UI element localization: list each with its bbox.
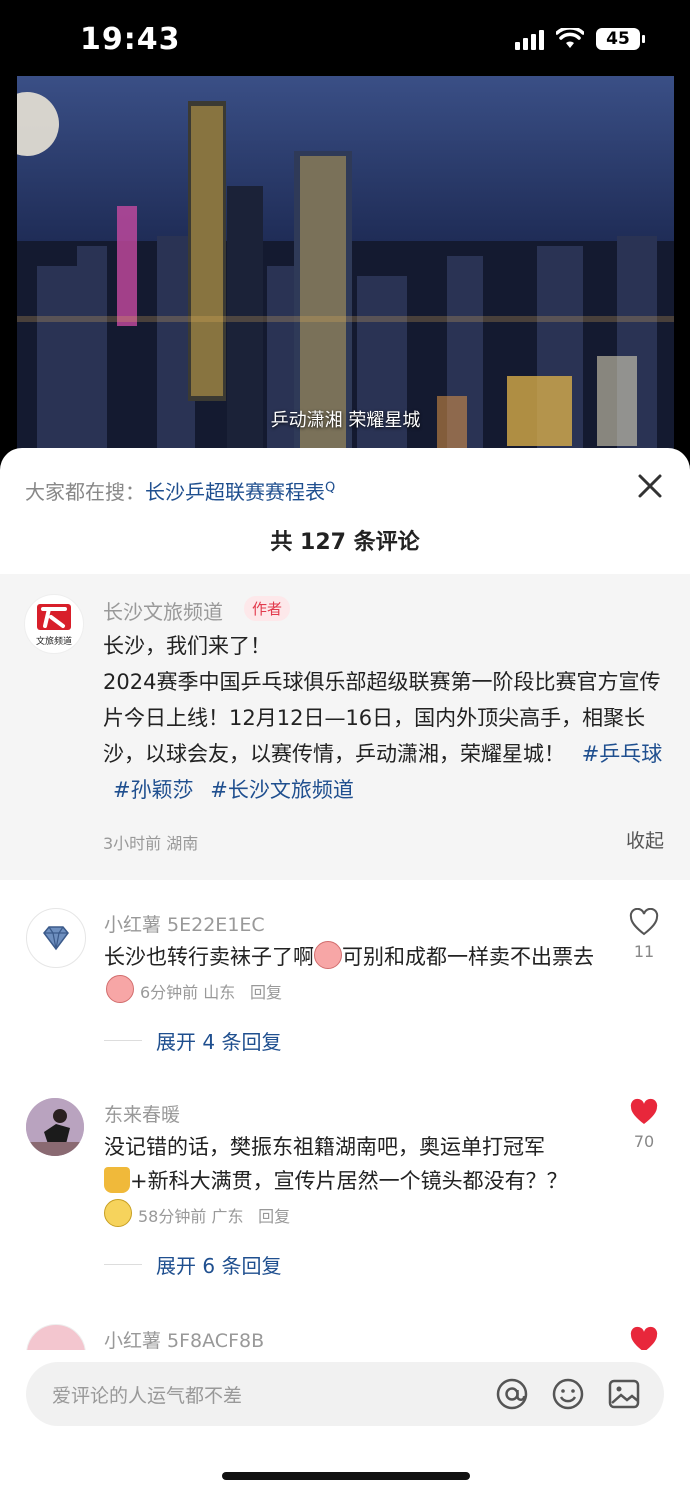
comment-item: 东来春暖 没记错的话，樊振东祖籍湖南吧，奥运单打冠军 +新科大满贯，宣传片居然一… (0, 1094, 690, 1284)
reply-button[interactable]: 回复 (250, 983, 282, 1002)
home-indicator[interactable] (222, 1472, 470, 1480)
like-button[interactable] (624, 1326, 664, 1350)
wifi-icon (556, 28, 584, 48)
video-caption: 乒动潇湘 荣耀星城 (270, 410, 421, 431)
hashtag-link[interactable]: #孙颖莎 (113, 778, 194, 802)
comment-item: 小红薯 5E22E1EC 长沙也转行卖袜子了啊 可别和成都一样卖不出票去 6分钟前 … (0, 904, 690, 1074)
search-keyword-link[interactable]: 长沙乒超联赛赛程表 (145, 480, 325, 504)
commenter-avatar[interactable] (26, 1324, 86, 1350)
author-post-meta: 3小时前 湖南 (103, 834, 199, 853)
divider-line (104, 1040, 142, 1041)
pig-emoji-icon (314, 941, 342, 969)
divider-line (104, 1264, 142, 1265)
commenter-avatar[interactable] (26, 1098, 84, 1156)
emoji-icon[interactable] (550, 1376, 586, 1412)
expand-replies-button[interactable]: 展开 6 条回复 (104, 1250, 281, 1279)
battery-icon: 45 (596, 28, 645, 50)
comment-input[interactable]: 爱评论的人运气都不差 (26, 1362, 664, 1426)
expand-replies-button[interactable]: 展开 4 条回复 (104, 1026, 281, 1055)
heart-filled-icon (630, 1326, 658, 1350)
author-post-text: 长沙，我们来了！ 2024赛季中国乒乓球俱乐部超级联赛第一阶段比赛官方宣传片今日… (103, 628, 663, 808)
mention-icon[interactable] (494, 1376, 530, 1412)
hashtag-link[interactable]: #长沙文旅频道 (210, 778, 354, 802)
expand-replies-label: 展开 4 条回复 (156, 1030, 282, 1054)
heart-outline-icon (629, 907, 659, 936)
trophy-emoji-icon (104, 1167, 130, 1193)
author-post-body: 长沙，我们来了！ 2024赛季中国乒乓球俱乐部超级联赛第一阶段比赛官方宣传片今日… (103, 634, 661, 766)
status-icons: 45 (515, 28, 645, 50)
comment-sheet: 大家都在搜：长沙乒超联赛赛程表Q 共 127 条评论 文旅频道 长沙文旅频道 作… (0, 448, 690, 1493)
author-badge: 作者 (244, 596, 291, 621)
diamond-icon (43, 926, 69, 951)
comment-text-part: +新科大满贯，宣传片居然一个镜头都没有？？ (130, 1169, 568, 1193)
input-actions (494, 1376, 642, 1412)
author-avatar-label: 文旅频道 (35, 637, 72, 647)
like-count: 70 (633, 1132, 655, 1151)
comment-item: 小红薯 5F8ACF8B (0, 1320, 690, 1350)
signal-icon (515, 28, 544, 50)
comment-input-placeholder: 爱评论的人运气都不差 (52, 1385, 243, 1407)
player-photo-icon (26, 1098, 84, 1156)
image-icon[interactable] (606, 1376, 642, 1412)
status-time: 19:43 (80, 22, 181, 57)
like-button[interactable]: 11 (624, 907, 664, 961)
search-q-icon: Q (325, 480, 336, 496)
commenter-avatar[interactable] (26, 908, 86, 968)
like-count: 11 (633, 942, 655, 961)
comment-text: 长沙也转行卖袜子了啊 可别和成都一样卖不出票去 6分钟前 山东 回复 (104, 940, 614, 1010)
smile-emoji-icon (104, 1199, 132, 1227)
comment-text-part: 可别和成都一样卖不出票去 (342, 945, 594, 969)
comment-text-part: 长沙也转行卖袜子了啊 (104, 945, 314, 969)
search-prefix: 大家都在搜： (25, 480, 145, 504)
comment-meta: 58分钟前 广东 (138, 1207, 244, 1226)
comment-text: 没记错的话，樊振东祖籍湖南吧，奥运单打冠军 +新科大满贯，宣传片居然一个镜头都没… (104, 1130, 614, 1234)
commenter-name[interactable]: 小红薯 5E22E1EC (104, 910, 265, 937)
city-skyline-image (17, 76, 674, 456)
author-name[interactable]: 长沙文旅频道 (103, 596, 223, 625)
comment-count-title: 共 127 条评论 (270, 530, 420, 555)
commenter-name[interactable]: 小红薯 5F8ACF8B (104, 1326, 264, 1350)
hashtag-link[interactable]: #乒乓球 (582, 742, 663, 766)
comment-meta: 6分钟前 山东 (140, 983, 236, 1002)
search-suggestion[interactable]: 大家都在搜：长沙乒超联赛赛程表Q (25, 476, 335, 505)
collapse-button[interactable]: 收起 (626, 826, 664, 853)
close-icon[interactable] (632, 468, 668, 504)
heart-filled-icon (630, 1098, 658, 1124)
reply-button[interactable]: 回复 (258, 1207, 290, 1226)
commenter-name[interactable]: 东来春暖 (104, 1100, 180, 1127)
author-avatar[interactable]: 文旅频道 (24, 594, 84, 654)
video-player[interactable]: 乒动潇湘 荣耀星城 (17, 76, 674, 456)
status-bar: 19:43 45 (0, 0, 690, 76)
comment-text-part: 没记错的话，樊振东祖籍湖南吧，奥运单打冠军 (104, 1135, 545, 1159)
like-button[interactable]: 70 (624, 1098, 664, 1151)
pig-emoji-icon (106, 975, 134, 1003)
author-post: 文旅频道 长沙文旅频道 作者 长沙，我们来了！ 2024赛季中国乒乓球俱乐部超级… (0, 574, 690, 880)
expand-replies-label: 展开 6 条回复 (156, 1254, 282, 1278)
